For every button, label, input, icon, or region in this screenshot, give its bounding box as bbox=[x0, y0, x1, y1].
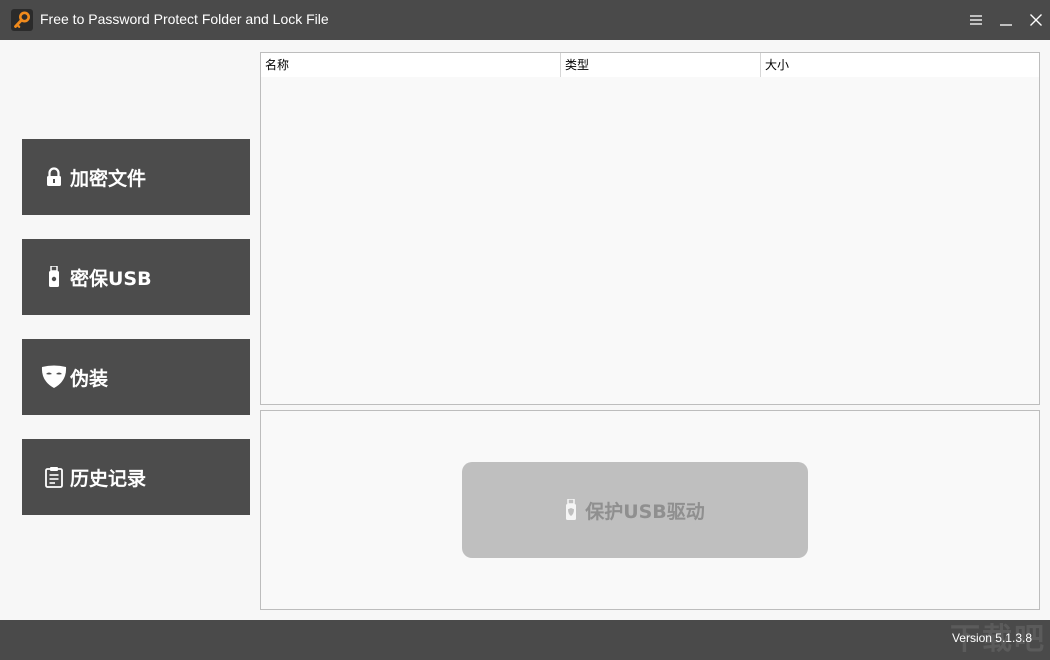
column-header-name[interactable]: 名称 bbox=[261, 53, 561, 77]
menu-icon bbox=[970, 15, 982, 25]
file-list[interactable]: 名称 类型 大小 bbox=[260, 52, 1040, 405]
title-bar: Free to Password Protect Folder and Lock… bbox=[0, 0, 1050, 40]
sidebar-item-label: 加密文件 bbox=[70, 167, 147, 190]
status-bar: 下载吧 Version 5.1.3.8 bbox=[0, 620, 1050, 660]
sidebar-item-disguise[interactable]: 伪装 bbox=[22, 339, 250, 415]
minimize-button[interactable] bbox=[994, 8, 1018, 32]
column-header-type[interactable]: 类型 bbox=[561, 53, 761, 77]
action-panel: 保护USB驱动 bbox=[260, 410, 1040, 610]
history-icon bbox=[40, 463, 68, 491]
close-icon bbox=[1030, 14, 1042, 26]
minimize-icon bbox=[1000, 24, 1012, 26]
lock-icon bbox=[40, 163, 68, 191]
window-title: Free to Password Protect Folder and Lock… bbox=[40, 11, 329, 27]
close-button[interactable] bbox=[1024, 8, 1048, 32]
sidebar-item-label: 密保USB bbox=[70, 267, 152, 290]
usb-shield-icon bbox=[566, 499, 577, 520]
version-label: Version 5.1.3.8 bbox=[951, 631, 1032, 645]
key-icon bbox=[11, 9, 33, 31]
sidebar-item-label: 伪装 bbox=[70, 367, 109, 390]
protect-usb-drive-button[interactable]: 保护USB驱动 bbox=[462, 462, 808, 558]
usb-icon bbox=[40, 263, 68, 291]
sidebar-item-history[interactable]: 历史记录 bbox=[22, 439, 250, 515]
protect-usb-drive-label: 保护USB驱动 bbox=[585, 500, 705, 523]
sidebar-item-encrypt-files[interactable]: 加密文件 bbox=[22, 139, 250, 215]
sidebar-item-label: 历史记录 bbox=[70, 467, 147, 490]
mask-icon bbox=[40, 363, 68, 391]
sidebar-item-secure-usb[interactable]: 密保USB bbox=[22, 239, 250, 315]
column-header-size[interactable]: 大小 bbox=[761, 53, 1039, 77]
menu-button[interactable] bbox=[964, 8, 988, 32]
